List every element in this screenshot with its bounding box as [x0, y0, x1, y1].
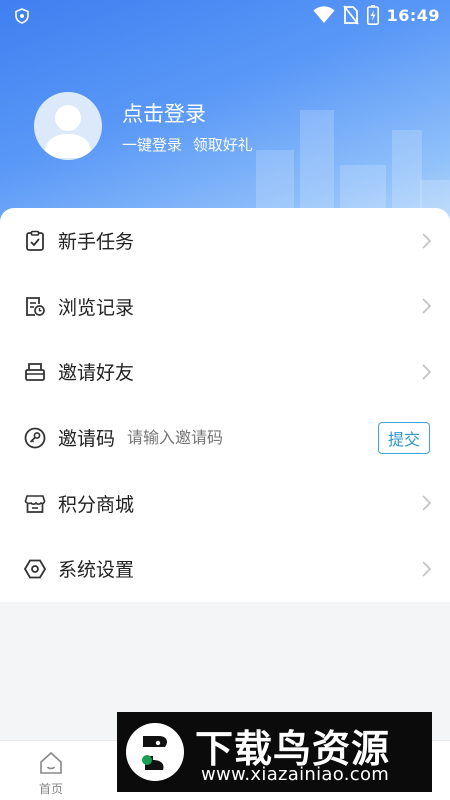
bird-logo-icon [126, 723, 184, 781]
menu-card: 新手任务 浏览记录 邀请好友 邀请码 提交 积分商城 系统设置 [0, 208, 450, 602]
menu-item-invite-code: 邀请码 提交 [0, 405, 450, 471]
task-checklist-icon [24, 230, 46, 252]
home-icon [40, 751, 62, 774]
menu-item-label: 系统设置 [58, 559, 135, 582]
login-subtitle[interactable]: 一键登录 领取好礼 [122, 134, 253, 155]
history-record-icon [24, 295, 46, 317]
menu-item-points-store[interactable]: 积分商城 [0, 470, 450, 536]
menu-item-invite-friends[interactable]: 邀请好友 [0, 339, 450, 405]
submit-button[interactable]: 提交 [377, 421, 430, 454]
no-sim-icon [342, 5, 359, 25]
chevron-right-icon [422, 561, 432, 577]
settings-hexagon-icon [24, 558, 46, 580]
chevron-right-icon [422, 364, 432, 380]
invite-code-key-icon [24, 427, 46, 449]
wifi-icon [313, 6, 335, 23]
chevron-right-icon [422, 298, 432, 315]
menu-item-system-settings[interactable]: 系统设置 [0, 536, 450, 602]
battery-icon [366, 5, 379, 25]
login-title[interactable]: 点击登录 [122, 98, 206, 128]
avatar[interactable] [34, 92, 102, 160]
nav-tab-label: 首页 [38, 782, 63, 796]
chevron-right-icon [422, 233, 432, 249]
chevron-right-icon [422, 495, 432, 511]
nav-tab-home[interactable]: 首页 [28, 751, 74, 797]
menu-item-label: 邀请码 [58, 428, 116, 451]
menu-item-label: 积分商城 [58, 493, 135, 516]
store-icon [24, 492, 46, 514]
user-silhouette-icon [44, 105, 92, 158]
menu-item-label: 邀请好友 [58, 362, 135, 385]
status-time: 16:49 [386, 5, 440, 25]
watermark-url: www.xiazainiao.com [201, 764, 390, 785]
status-bar: 16:49 [0, 0, 450, 32]
watermark-banner: 下载鸟资源 www.xiazainiao.com [117, 712, 432, 792]
invite-envelope-icon [24, 361, 46, 383]
menu-item-label: 新手任务 [58, 231, 135, 254]
menu-item-novice-task[interactable]: 新手任务 [0, 208, 450, 274]
menu-item-label: 浏览记录 [58, 296, 135, 319]
menu-item-browse-history[interactable]: 浏览记录 [0, 274, 450, 340]
shield-icon [15, 8, 29, 24]
invite-code-input[interactable] [127, 428, 328, 448]
